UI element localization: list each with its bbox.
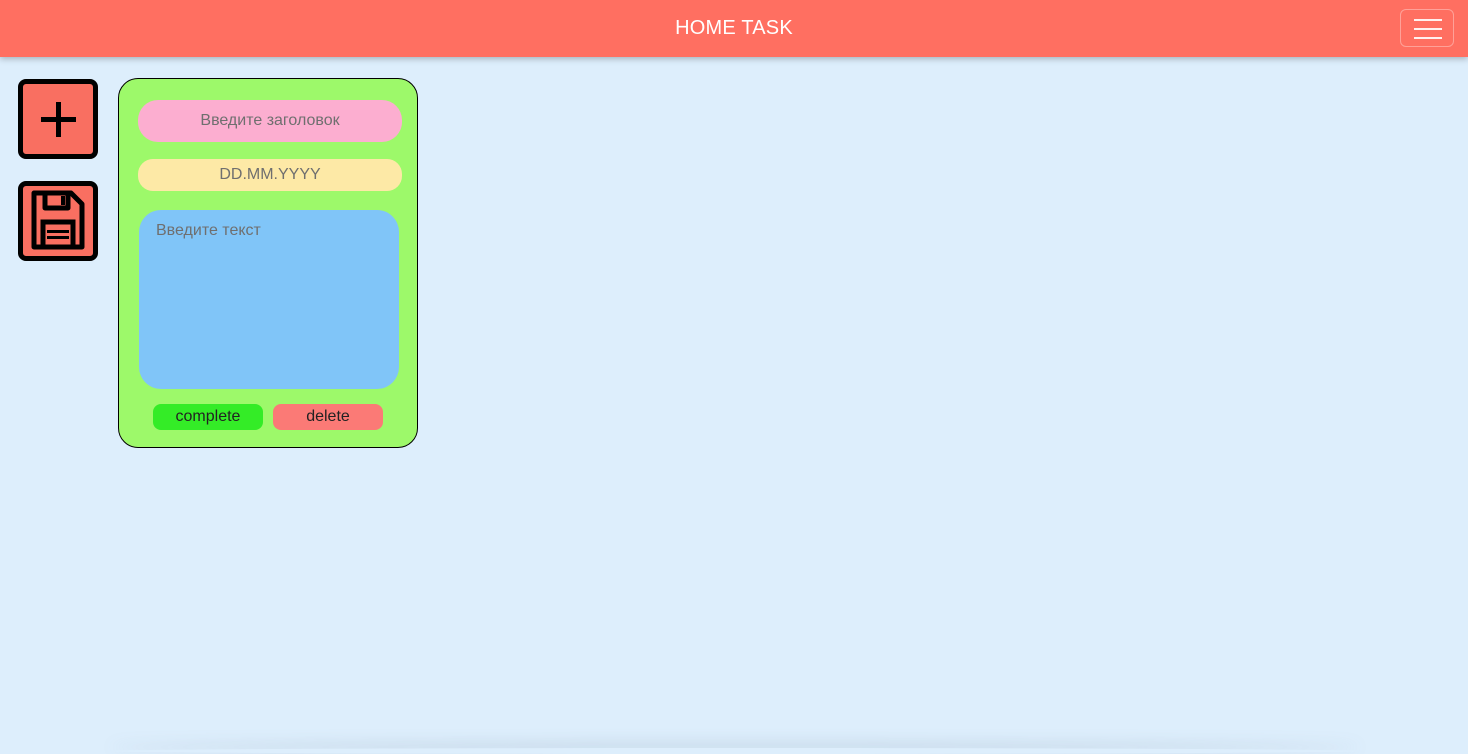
floppy-disk-icon: [31, 190, 85, 250]
note-text-input[interactable]: [139, 210, 399, 389]
add-note-button[interactable]: [18, 79, 98, 159]
complete-button[interactable]: complete: [153, 404, 263, 430]
hamburger-menu-icon: [1414, 19, 1442, 39]
menu-toggle-button[interactable]: [1400, 9, 1454, 47]
note-card: complete delete: [118, 78, 418, 448]
delete-button[interactable]: delete: [273, 404, 383, 430]
app-title: HOME TASK: [675, 17, 793, 39]
bottom-edge-shadow: [110, 748, 1360, 754]
plus-icon: [41, 102, 76, 137]
save-button[interactable]: [18, 181, 98, 261]
note-date-input[interactable]: [138, 159, 402, 191]
top-navbar: HOME TASK: [0, 0, 1468, 57]
note-title-input[interactable]: [138, 100, 402, 142]
